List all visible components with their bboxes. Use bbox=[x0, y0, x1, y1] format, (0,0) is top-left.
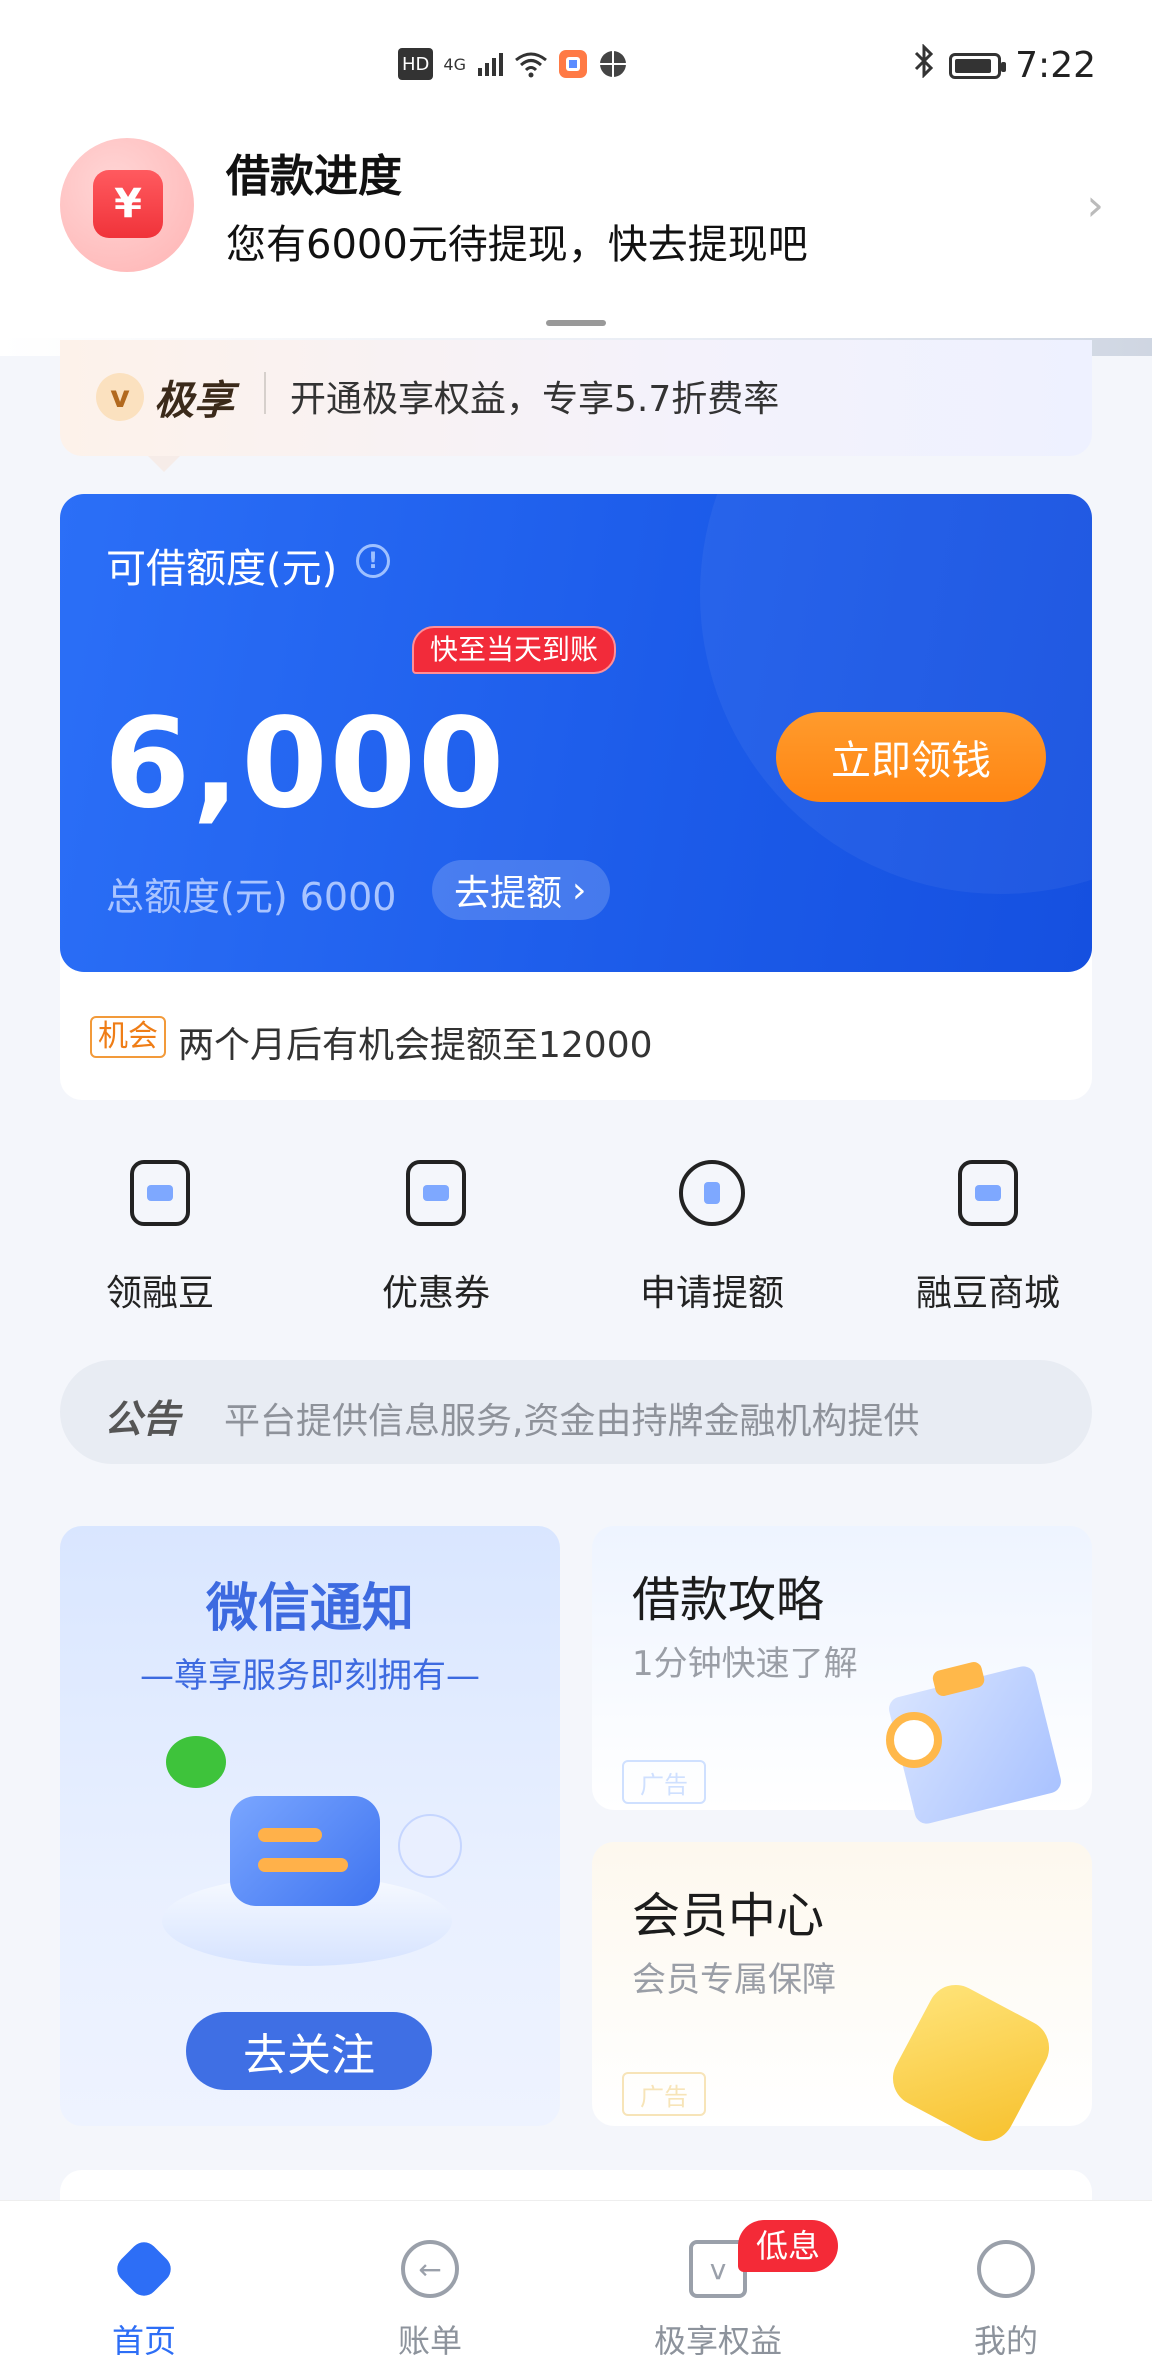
basketball-icon bbox=[598, 48, 628, 80]
chevron-right-icon: › bbox=[572, 869, 587, 911]
notification-message: 您有6000元待提现，快去提现吧 bbox=[226, 222, 808, 268]
home-icon bbox=[111, 2236, 177, 2302]
info-icon[interactable]: ! bbox=[356, 544, 390, 578]
action-label: 优惠券 bbox=[381, 1273, 490, 1314]
ad-tag: 广告 bbox=[622, 2072, 706, 2116]
bluetooth-icon bbox=[913, 43, 935, 87]
loan-guide-title: 借款攻略 bbox=[632, 1572, 825, 1628]
status-right: 7:22 bbox=[913, 43, 1096, 87]
wechat-promo-title: 微信通知 bbox=[205, 1579, 414, 1639]
magnifier-icon bbox=[886, 1712, 942, 1768]
action-mall[interactable]: 融豆商城 bbox=[888, 1160, 1088, 1316]
raise-tip-text: 两个月后有机会提额至12000 bbox=[178, 1025, 653, 1066]
status-bar: HD 4G 7:22 bbox=[0, 0, 1152, 130]
wifi-icon bbox=[514, 48, 548, 80]
jixiang-promo-text: 开通极享权益，专享5.7折费率 bbox=[290, 379, 780, 420]
profile-icon bbox=[977, 2240, 1035, 2298]
loan-progress-icon: ¥ bbox=[60, 138, 194, 272]
app-icon bbox=[558, 48, 588, 80]
jixiang-logo: v 极享 bbox=[96, 368, 234, 426]
jixiang-logo-text: 极享 bbox=[154, 378, 234, 424]
chat-bubble-icon bbox=[230, 1796, 380, 1906]
action-label: 申请提额 bbox=[639, 1273, 784, 1314]
announcement-text: 平台提供信息服务,资金由持牌金融机构提供 bbox=[224, 1401, 920, 1442]
member-center-subtitle: 会员专属保障 bbox=[632, 1960, 836, 2000]
action-coupon[interactable]: 优惠券 bbox=[336, 1160, 536, 1316]
drag-handle[interactable] bbox=[546, 320, 606, 326]
bill-icon: ← bbox=[401, 2240, 459, 2298]
get-money-button[interactable]: 立即领钱 bbox=[776, 712, 1046, 802]
member-center-title: 会员中心 bbox=[632, 1888, 825, 1944]
tab-bill[interactable]: ← 账单 bbox=[330, 2240, 530, 2362]
yuan-icon: ¥ bbox=[93, 170, 163, 238]
tab-label: 极享权益 bbox=[653, 2322, 782, 2360]
total-quota: 总额度(元) 6000 bbox=[106, 875, 397, 919]
follow-button[interactable]: 去关注 bbox=[186, 2012, 432, 2090]
bean-coupon-icon bbox=[130, 1160, 190, 1226]
chevron-right-icon[interactable]: › bbox=[1086, 180, 1104, 231]
tab-label: 首页 bbox=[111, 2322, 176, 2360]
signal-4g-icon: 4G bbox=[443, 54, 466, 74]
action-bean[interactable]: 领融豆 bbox=[60, 1160, 260, 1316]
action-raise[interactable]: 申请提额 bbox=[612, 1160, 812, 1316]
tab-home[interactable]: 首页 bbox=[44, 2236, 244, 2362]
tab-label: 我的 bbox=[973, 2322, 1038, 2360]
quota-label: 可借额度(元) bbox=[106, 546, 338, 592]
opportunity-tag: 机会 bbox=[90, 1016, 166, 1058]
announcement-tag: 公告 bbox=[104, 1397, 181, 1441]
tab-profile[interactable]: 我的 bbox=[906, 2240, 1106, 2362]
raise-limit-button[interactable]: 去提额 › bbox=[432, 860, 611, 920]
action-label: 领融豆 bbox=[105, 1273, 214, 1314]
megaphone-icon bbox=[398, 1814, 462, 1878]
shopping-bag-icon bbox=[958, 1160, 1018, 1226]
cell-signal-icon bbox=[476, 48, 504, 80]
hd-icon: HD bbox=[398, 48, 434, 80]
divider bbox=[264, 372, 266, 414]
banner-pointer bbox=[148, 456, 180, 472]
wechat-icon bbox=[166, 1736, 226, 1788]
jixiang-v-icon: v bbox=[96, 373, 144, 421]
raise-limit-label: 去提额 bbox=[454, 873, 563, 914]
tab-label: 账单 bbox=[397, 2322, 462, 2360]
status-icons: HD 4G bbox=[398, 48, 628, 80]
quota-amount: 6,000 bbox=[104, 692, 507, 836]
action-label: 融豆商城 bbox=[915, 1273, 1060, 1314]
arrival-badge: 快至当天到账 bbox=[412, 626, 617, 674]
wechat-promo-subtitle: —尊享服务即刻拥有— bbox=[140, 1656, 480, 1696]
notification-title: 借款进度 bbox=[226, 151, 402, 202]
low-interest-badge: 低息 bbox=[738, 2220, 839, 2272]
loan-guide-subtitle: 1分钟快速了解 bbox=[632, 1644, 858, 1684]
raise-limit-icon bbox=[679, 1160, 745, 1226]
ad-tag: 广告 bbox=[622, 1760, 706, 1804]
clock: 7:22 bbox=[1015, 45, 1096, 86]
coupon-icon bbox=[406, 1160, 466, 1226]
battery-icon bbox=[949, 52, 1007, 79]
